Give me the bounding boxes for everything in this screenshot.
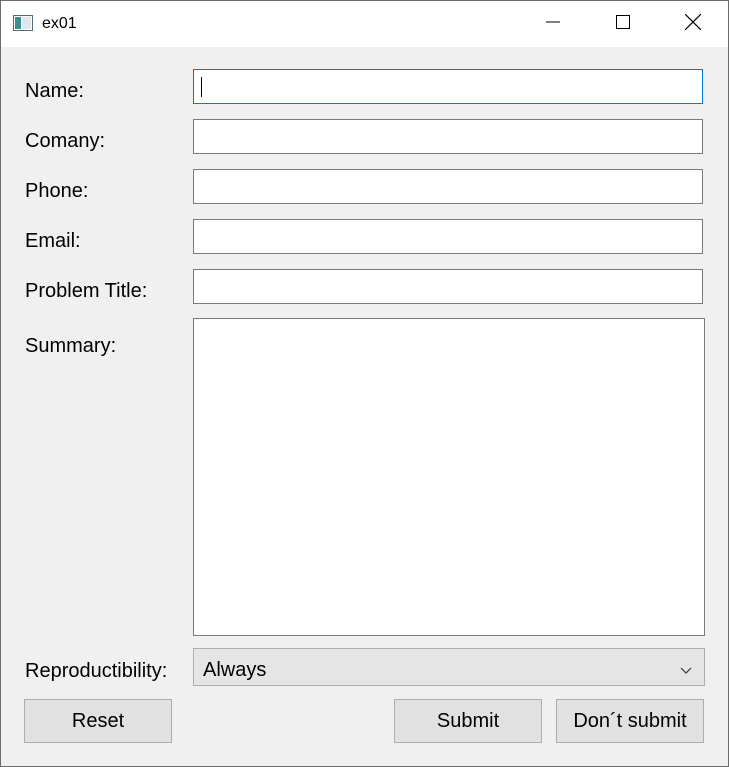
close-icon [684, 13, 702, 35]
problem-title-field[interactable] [193, 269, 703, 304]
company-label: Comany: [25, 130, 106, 152]
dont-submit-button[interactable]: Don´t submit [556, 699, 704, 743]
text-caret [201, 77, 202, 97]
reset-button[interactable]: Reset [24, 699, 172, 743]
title-bar[interactable]: ex01 [1, 1, 728, 47]
minimize-icon [546, 15, 560, 34]
app-window-icon [13, 15, 33, 31]
name-field[interactable] [193, 69, 703, 104]
summary-label: Summary: [25, 335, 117, 357]
email-field[interactable] [193, 219, 703, 254]
chevron-down-icon [680, 662, 692, 674]
close-button[interactable] [658, 1, 728, 47]
window-title: ex01 [42, 15, 77, 32]
reproductibility-label: Reproductibility: [25, 660, 168, 682]
application-window: ex01 Name: Comany: Phone: Email: Problem… [0, 0, 729, 767]
maximize-button[interactable] [588, 1, 658, 47]
phone-label: Phone: [25, 180, 89, 202]
phone-field[interactable] [193, 169, 703, 204]
name-label: Name: [25, 80, 84, 102]
problem-title-label: Problem Title: [25, 280, 148, 302]
company-field[interactable] [193, 119, 703, 154]
maximize-icon [616, 14, 630, 34]
submit-button[interactable]: Submit [394, 699, 542, 743]
minimize-button[interactable] [518, 1, 588, 47]
reproductibility-selected-value: Always [203, 659, 267, 681]
email-label: Email: [25, 230, 81, 252]
reproductibility-select[interactable]: Always [193, 648, 705, 686]
summary-textarea[interactable] [193, 318, 705, 636]
